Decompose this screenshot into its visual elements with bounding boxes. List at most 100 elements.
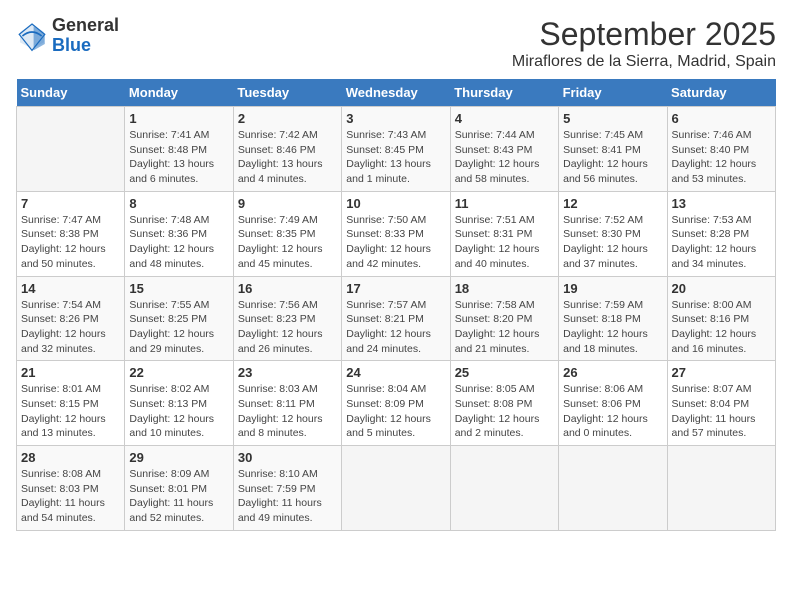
calendar-week-row: 14 Sunrise: 7:54 AMSunset: 8:26 PMDayligh… — [17, 276, 776, 361]
calendar-cell: 24 Sunrise: 8:04 AMSunset: 8:09 PMDayligh… — [342, 361, 450, 446]
logo-icon — [16, 20, 48, 52]
calendar-week-row: 21 Sunrise: 8:01 AMSunset: 8:15 PMDayligh… — [17, 361, 776, 446]
calendar-cell — [450, 446, 558, 531]
day-info: Sunrise: 7:41 AMSunset: 8:48 PMDaylight:… — [129, 128, 228, 187]
day-number: 20 — [672, 281, 771, 296]
calendar-cell: 28 Sunrise: 8:08 AMSunset: 8:03 PMDayligh… — [17, 446, 125, 531]
calendar-week-row: 1 Sunrise: 7:41 AMSunset: 8:48 PMDaylight… — [17, 107, 776, 192]
day-number: 14 — [21, 281, 120, 296]
calendar-cell: 27 Sunrise: 8:07 AMSunset: 8:04 PMDayligh… — [667, 361, 775, 446]
day-info: Sunrise: 7:56 AMSunset: 8:23 PMDaylight:… — [238, 298, 337, 357]
calendar-table: SundayMondayTuesdayWednesdayThursdayFrid… — [16, 79, 776, 531]
calendar-cell — [17, 107, 125, 192]
day-info: Sunrise: 7:46 AMSunset: 8:40 PMDaylight:… — [672, 128, 771, 187]
weekday-header: Monday — [125, 79, 233, 107]
calendar-cell: 13 Sunrise: 7:53 AMSunset: 8:28 PMDayligh… — [667, 191, 775, 276]
day-number: 1 — [129, 111, 228, 126]
logo-text: General Blue — [52, 16, 119, 56]
day-number: 15 — [129, 281, 228, 296]
calendar-week-row: 28 Sunrise: 8:08 AMSunset: 8:03 PMDayligh… — [17, 446, 776, 531]
calendar-cell: 29Sunrise: 8:09 AMSunset: 8:01 PMDayligh… — [125, 446, 233, 531]
weekday-header: Friday — [559, 79, 667, 107]
weekday-header: Tuesday — [233, 79, 341, 107]
logo: General Blue — [16, 16, 119, 56]
calendar-cell: 6Sunrise: 7:46 AMSunset: 8:40 PMDaylight… — [667, 107, 775, 192]
calendar-cell: 30 Sunrise: 8:10 AMSunset: 7:59 PMDayligh… — [233, 446, 341, 531]
calendar-cell: 2 Sunrise: 7:42 AMSunset: 8:46 PMDaylight… — [233, 107, 341, 192]
calendar-cell: 14 Sunrise: 7:54 AMSunset: 8:26 PMDayligh… — [17, 276, 125, 361]
logo-blue: Blue — [52, 35, 91, 55]
calendar-cell: 21 Sunrise: 8:01 AMSunset: 8:15 PMDayligh… — [17, 361, 125, 446]
calendar-cell — [559, 446, 667, 531]
calendar-cell: 10 Sunrise: 7:50 AMSunset: 8:33 PMDayligh… — [342, 191, 450, 276]
day-number: 30 — [238, 450, 337, 465]
day-info: Sunrise: 8:07 AMSunset: 8:04 PMDaylight:… — [672, 382, 771, 441]
day-info: Sunrise: 8:06 AMSunset: 8:06 PMDaylight:… — [563, 382, 662, 441]
day-info: Sunrise: 8:01 AMSunset: 8:15 PMDaylight:… — [21, 382, 120, 441]
calendar-cell: 20Sunrise: 8:00 AMSunset: 8:16 PMDayligh… — [667, 276, 775, 361]
day-number: 21 — [21, 365, 120, 380]
calendar-cell: 18 Sunrise: 7:58 AMSunset: 8:20 PMDayligh… — [450, 276, 558, 361]
calendar-cell — [667, 446, 775, 531]
day-info: Sunrise: 7:51 AMSunset: 8:31 PMDaylight:… — [455, 213, 554, 272]
day-number: 2 — [238, 111, 337, 126]
day-info: Sunrise: 8:03 AMSunset: 8:11 PMDaylight:… — [238, 382, 337, 441]
weekday-header: Thursday — [450, 79, 558, 107]
day-number: 16 — [238, 281, 337, 296]
day-number: 11 — [455, 196, 554, 211]
calendar-cell: 17Sunrise: 7:57 AMSunset: 8:21 PMDayligh… — [342, 276, 450, 361]
day-number: 5 — [563, 111, 662, 126]
day-info: Sunrise: 7:49 AMSunset: 8:35 PMDaylight:… — [238, 213, 337, 272]
day-number: 10 — [346, 196, 445, 211]
day-info: Sunrise: 7:55 AMSunset: 8:25 PMDaylight:… — [129, 298, 228, 357]
day-info: Sunrise: 8:10 AMSunset: 7:59 PMDaylight:… — [238, 467, 337, 526]
calendar-cell: 15 Sunrise: 7:55 AMSunset: 8:25 PMDayligh… — [125, 276, 233, 361]
day-info: Sunrise: 7:58 AMSunset: 8:20 PMDaylight:… — [455, 298, 554, 357]
day-number: 23 — [238, 365, 337, 380]
day-info: Sunrise: 7:57 AMSunset: 8:21 PMDaylight:… — [346, 298, 445, 357]
calendar-cell: 11 Sunrise: 7:51 AMSunset: 8:31 PMDayligh… — [450, 191, 558, 276]
day-number: 25 — [455, 365, 554, 380]
calendar-cell: 8Sunrise: 7:48 AMSunset: 8:36 PMDaylight… — [125, 191, 233, 276]
calendar-subtitle: Miraflores de la Sierra, Madrid, Spain — [512, 53, 776, 71]
day-info: Sunrise: 8:04 AMSunset: 8:09 PMDaylight:… — [346, 382, 445, 441]
day-number: 18 — [455, 281, 554, 296]
calendar-cell: 26Sunrise: 8:06 AMSunset: 8:06 PMDayligh… — [559, 361, 667, 446]
day-number: 4 — [455, 111, 554, 126]
weekday-header-row: SundayMondayTuesdayWednesdayThursdayFrid… — [17, 79, 776, 107]
day-number: 22 — [129, 365, 228, 380]
weekday-header: Sunday — [17, 79, 125, 107]
calendar-cell: 12 Sunrise: 7:52 AMSunset: 8:30 PMDayligh… — [559, 191, 667, 276]
day-info: Sunrise: 8:05 AMSunset: 8:08 PMDaylight:… — [455, 382, 554, 441]
day-info: Sunrise: 7:54 AMSunset: 8:26 PMDaylight:… — [21, 298, 120, 357]
day-info: Sunrise: 7:48 AMSunset: 8:36 PMDaylight:… — [129, 213, 228, 272]
day-info: Sunrise: 8:08 AMSunset: 8:03 PMDaylight:… — [21, 467, 120, 526]
calendar-cell — [342, 446, 450, 531]
day-number: 13 — [672, 196, 771, 211]
page-header: General Blue September 2025 Miraflores d… — [16, 16, 776, 71]
day-info: Sunrise: 7:50 AMSunset: 8:33 PMDaylight:… — [346, 213, 445, 272]
day-number: 3 — [346, 111, 445, 126]
calendar-cell: 22 Sunrise: 8:02 AMSunset: 8:13 PMDayligh… — [125, 361, 233, 446]
calendar-cell: 9Sunrise: 7:49 AMSunset: 8:35 PMDaylight… — [233, 191, 341, 276]
day-info: Sunrise: 7:53 AMSunset: 8:28 PMDaylight:… — [672, 213, 771, 272]
calendar-cell: 3Sunrise: 7:43 AMSunset: 8:45 PMDaylight… — [342, 107, 450, 192]
day-number: 29 — [129, 450, 228, 465]
day-info: Sunrise: 8:02 AMSunset: 8:13 PMDaylight:… — [129, 382, 228, 441]
day-number: 12 — [563, 196, 662, 211]
day-number: 19 — [563, 281, 662, 296]
day-info: Sunrise: 7:59 AMSunset: 8:18 PMDaylight:… — [563, 298, 662, 357]
logo-general: General — [52, 15, 119, 35]
day-number: 7 — [21, 196, 120, 211]
calendar-cell: 25 Sunrise: 8:05 AMSunset: 8:08 PMDayligh… — [450, 361, 558, 446]
day-number: 27 — [672, 365, 771, 380]
calendar-cell: 23 Sunrise: 8:03 AMSunset: 8:11 PMDayligh… — [233, 361, 341, 446]
day-info: Sunrise: 7:47 AMSunset: 8:38 PMDaylight:… — [21, 213, 120, 272]
day-info: Sunrise: 7:42 AMSunset: 8:46 PMDaylight:… — [238, 128, 337, 187]
day-info: Sunrise: 7:45 AMSunset: 8:41 PMDaylight:… — [563, 128, 662, 187]
day-info: Sunrise: 7:52 AMSunset: 8:30 PMDaylight:… — [563, 213, 662, 272]
day-info: Sunrise: 7:44 AMSunset: 8:43 PMDaylight:… — [455, 128, 554, 187]
day-number: 24 — [346, 365, 445, 380]
day-number: 28 — [21, 450, 120, 465]
calendar-cell: 19 Sunrise: 7:59 AMSunset: 8:18 PMDayligh… — [559, 276, 667, 361]
